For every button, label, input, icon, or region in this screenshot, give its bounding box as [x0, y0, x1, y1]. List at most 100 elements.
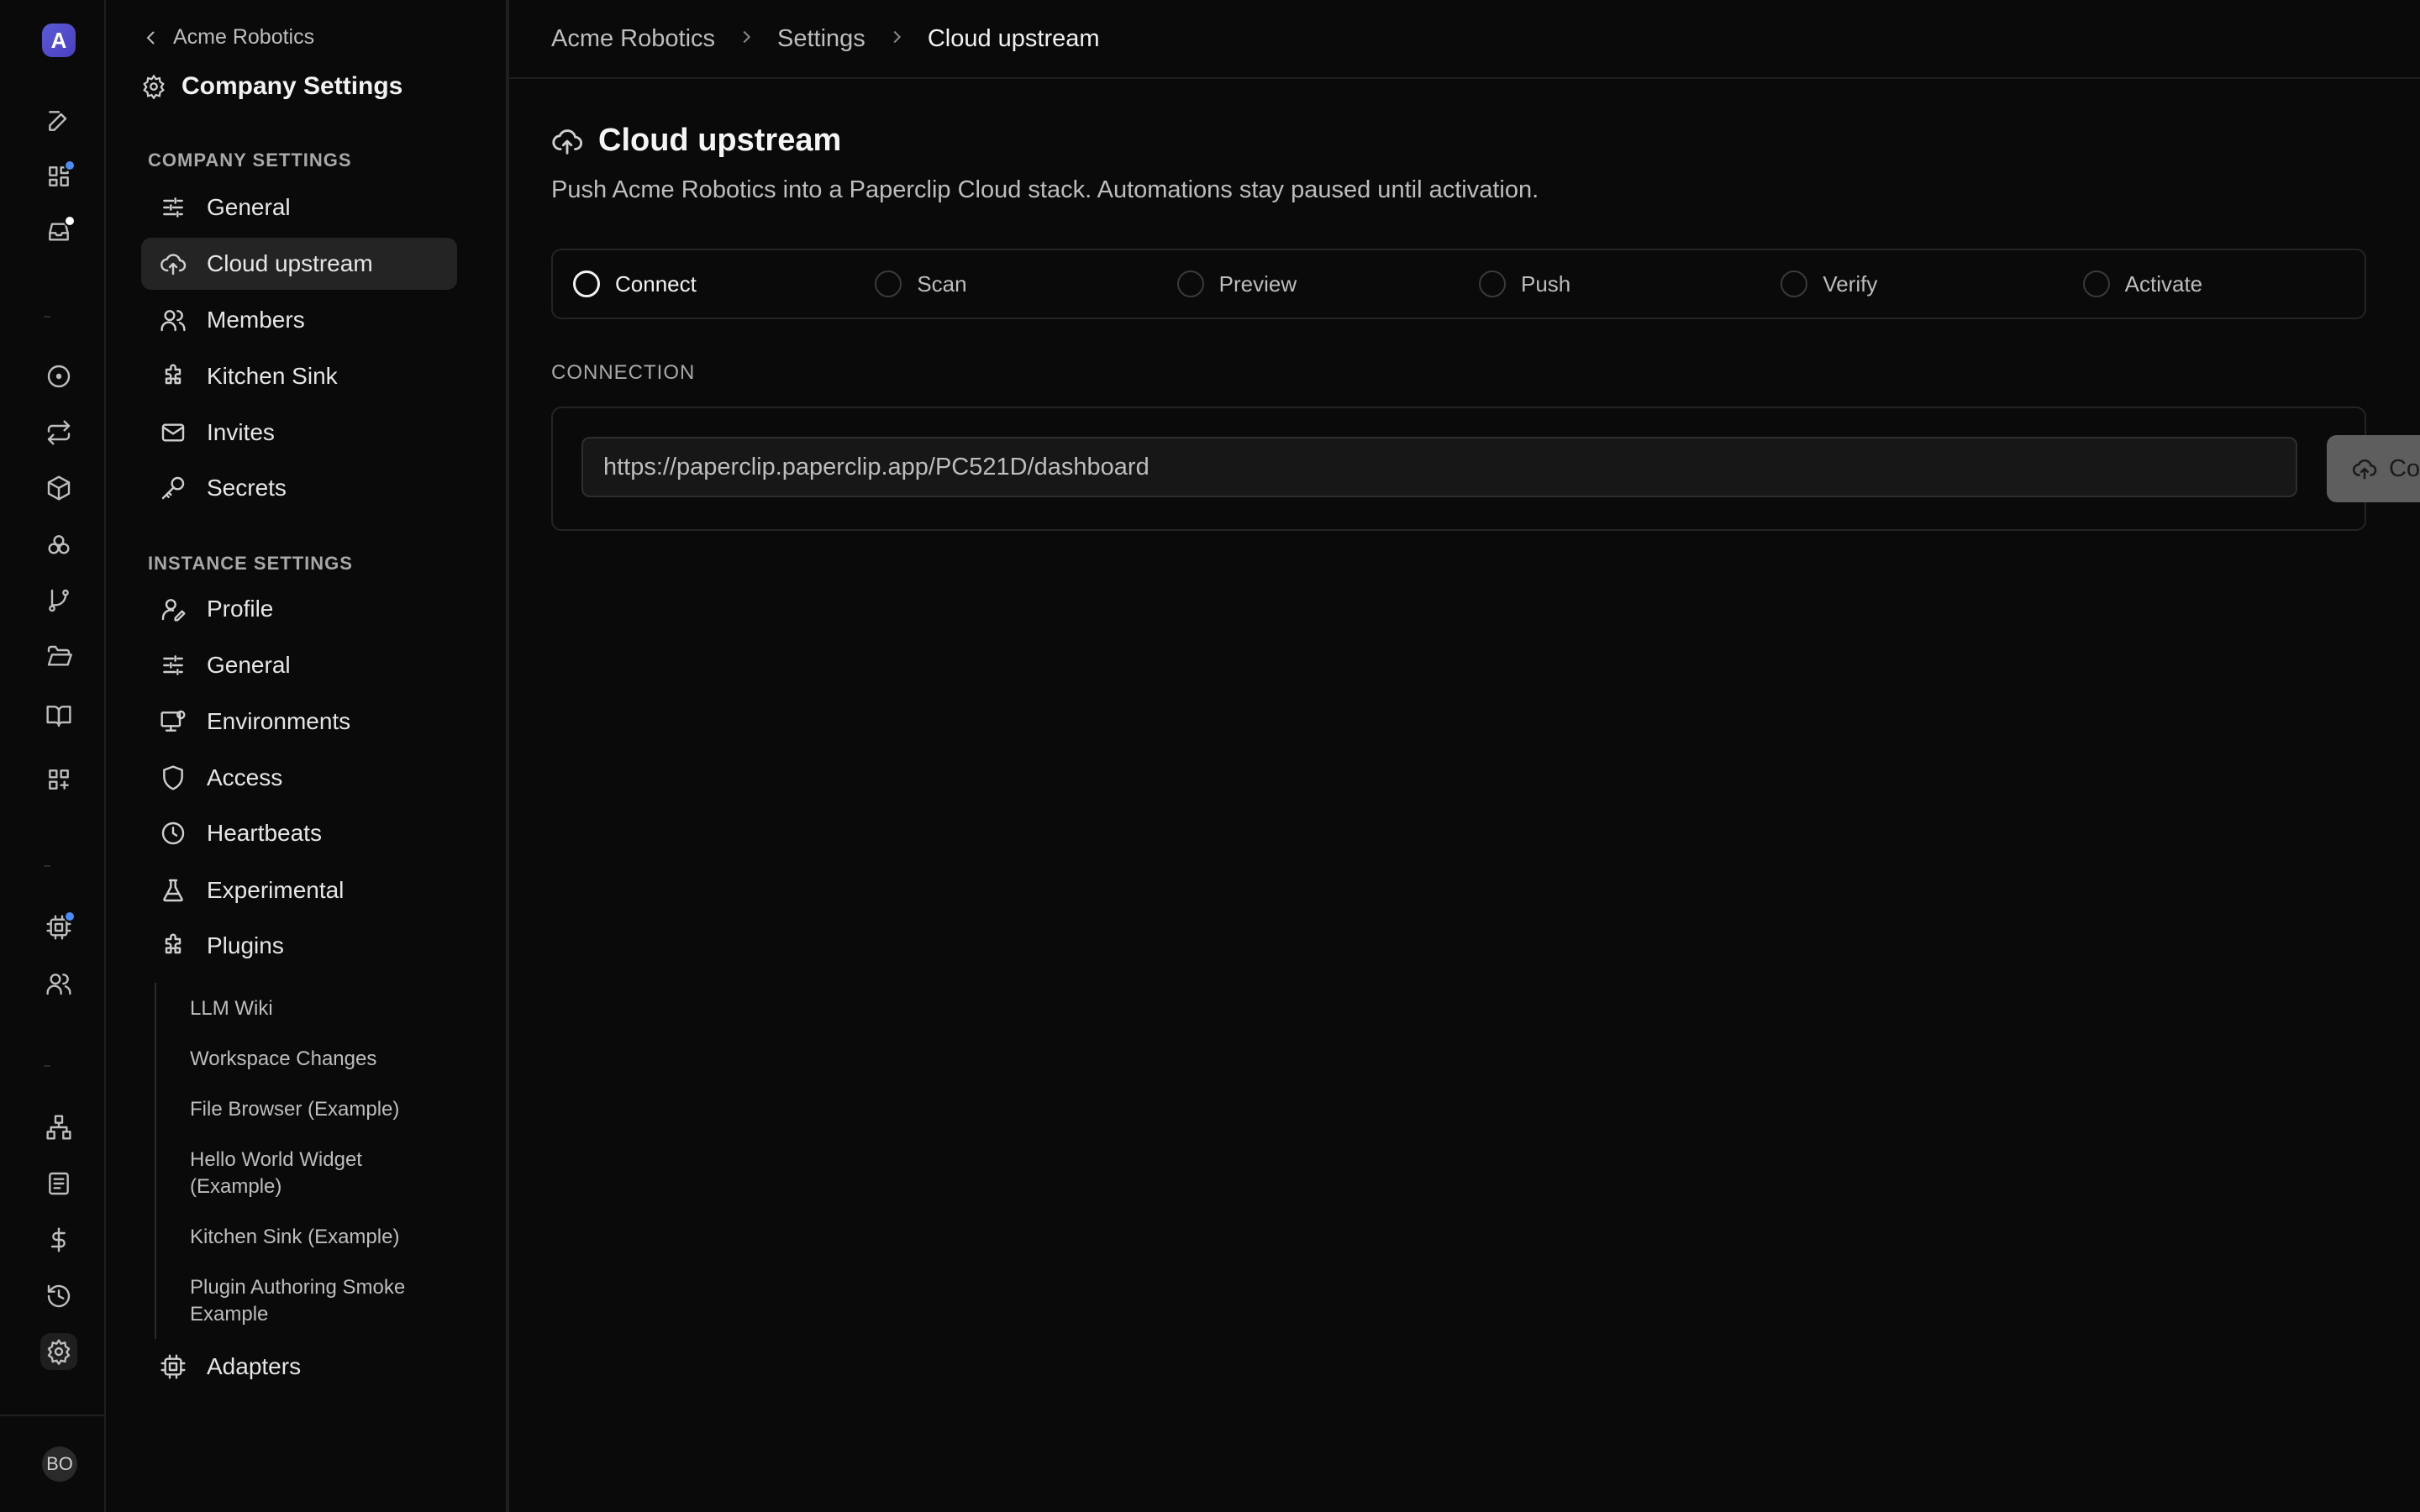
step-indicator-icon — [875, 270, 902, 297]
step-indicator-icon — [1478, 270, 1506, 297]
plugin-item-workspace-changes[interactable]: Workspace Changes — [190, 1046, 442, 1073]
breadcrumb-company[interactable]: Acme Robotics — [551, 25, 715, 53]
routines-icon[interactable] — [40, 414, 77, 451]
step-label: Preview — [1218, 270, 1297, 297]
sidebar-item-environments[interactable]: Environments — [141, 696, 457, 748]
dashboard-icon[interactable] — [40, 158, 77, 195]
sidebar-item-label: Access — [207, 764, 283, 790]
upstream-stepper: Connect Scan Preview Push Verify Activat… — [551, 249, 2366, 319]
sidebar-item-kitchen-sink[interactable]: Kitchen Sink — [141, 350, 457, 402]
mail-icon — [161, 423, 185, 442]
chevron-right-icon — [737, 25, 755, 53]
new-issue-icon[interactable] — [40, 102, 77, 139]
agents-chip-icon[interactable] — [40, 909, 77, 946]
sidebar-item-label: Adapters — [207, 1353, 302, 1379]
team-icon[interactable] — [40, 965, 77, 1002]
logs-icon[interactable] — [40, 1165, 77, 1202]
puzzle-icon — [165, 933, 182, 954]
issues-icon[interactable] — [40, 358, 77, 395]
key-icon — [161, 476, 185, 500]
history-icon[interactable] — [40, 1278, 77, 1315]
sidebar-item-label: Secrets — [207, 475, 287, 501]
gear-icon — [143, 74, 165, 99]
sidebar-item-label: Experimental — [207, 877, 345, 903]
rail-divider — [44, 865, 50, 867]
back-link-label: Acme Robotics — [173, 25, 315, 49]
notification-dot — [64, 160, 76, 171]
step-label: Push — [1520, 270, 1571, 297]
chevron-left-icon — [146, 30, 155, 45]
step-label: Scan — [917, 270, 967, 297]
sliders-icon — [163, 197, 183, 218]
apps-icon[interactable] — [40, 761, 77, 798]
inbox-icon[interactable] — [40, 213, 77, 250]
chevron-right-icon — [887, 25, 906, 53]
plugin-item-llm-wiki[interactable]: LLM Wiki — [190, 995, 442, 1022]
rail-divider — [44, 316, 50, 318]
company-logo[interactable]: A — [42, 24, 76, 57]
plugin-item-plugin-authoring-smoke[interactable]: Plugin Authoring Smoke Example — [190, 1274, 442, 1328]
sliders-icon — [163, 655, 183, 675]
cloud-upload-icon — [2352, 459, 2377, 480]
avatar[interactable]: BO — [42, 1446, 77, 1482]
sidebar-item-profile[interactable]: Profile — [141, 583, 457, 635]
rail-footer-divider — [0, 1415, 106, 1416]
step-connect[interactable]: Connect — [553, 250, 855, 318]
sidebar-item-secrets[interactable]: Secrets — [141, 462, 457, 514]
sidebar-item-label: Profile — [207, 596, 274, 622]
files-icon[interactable] — [40, 638, 77, 675]
sidebar-item-instance-general[interactable]: General — [141, 639, 457, 691]
connect-button[interactable]: Connect — [2327, 435, 2420, 502]
settings-sidebar: Acme Robotics Company Settings COMPANY S… — [108, 0, 509, 1512]
packages-icon[interactable] — [40, 470, 77, 507]
step-verify[interactable]: Verify — [1760, 250, 2062, 318]
settings-icon[interactable] — [40, 1333, 77, 1370]
sidebar-title-text: Company Settings — [182, 72, 403, 100]
sidebar-item-label: General — [207, 194, 291, 220]
sidebar-item-general[interactable]: General — [141, 181, 457, 234]
instance-settings-label: INSTANCE SETTINGS — [148, 553, 353, 574]
main-content: Acme Robotics Settings Cloud upstream Cl… — [509, 0, 2420, 1512]
docs-icon[interactable] — [40, 697, 77, 734]
cloud-upload-icon — [552, 129, 582, 155]
org-chart-icon[interactable] — [40, 1109, 77, 1146]
sidebar-item-label: Cloud upstream — [207, 250, 373, 276]
sidebar-item-label: Members — [207, 307, 305, 333]
step-scan[interactable]: Scan — [855, 250, 1156, 318]
connection-section-label: CONNECTION — [551, 361, 696, 384]
notification-dot — [64, 911, 76, 922]
sidebar-item-adapters[interactable]: Adapters — [141, 1341, 457, 1393]
sidebar-item-heartbeats[interactable]: Heartbeats — [141, 807, 457, 859]
plugin-item-hello-world-widget[interactable]: Hello World Widget (Example) — [190, 1147, 408, 1200]
rail-divider — [44, 1065, 50, 1067]
sidebar-item-cloud-upstream[interactable]: Cloud upstream — [141, 238, 457, 290]
step-label: Activate — [2124, 270, 2203, 297]
notification-dot — [64, 215, 76, 227]
sidebar-item-experimental[interactable]: Experimental — [141, 864, 457, 916]
back-link[interactable]: Acme Robotics — [141, 25, 314, 50]
step-preview[interactable]: Preview — [1157, 250, 1459, 318]
connect-button-label: Connect — [2388, 454, 2420, 482]
sidebar-item-label: Kitchen Sink — [207, 363, 338, 389]
upstream-url-input[interactable] — [581, 437, 2297, 497]
clock-icon — [161, 822, 185, 845]
step-push[interactable]: Push — [1459, 250, 1760, 318]
step-activate[interactable]: Activate — [2063, 250, 2365, 318]
plugin-item-file-browser[interactable]: File Browser (Example) — [190, 1096, 442, 1123]
sidebar-item-invites[interactable]: Invites — [141, 407, 457, 459]
costs-icon[interactable] — [40, 1221, 77, 1258]
sidebar-item-members[interactable]: Members — [141, 294, 457, 346]
branches-icon[interactable] — [40, 582, 77, 619]
sidebar-item-label: General — [207, 652, 291, 678]
sidebar-item-plugins[interactable]: Plugins — [141, 920, 457, 972]
step-indicator-icon — [1781, 270, 1808, 297]
step-indicator-icon — [573, 270, 600, 297]
sidebar-item-access[interactable]: Access — [141, 752, 457, 804]
goals-icon[interactable] — [40, 527, 77, 564]
icon-rail: A BO — [0, 0, 106, 1512]
shield-icon — [163, 765, 183, 790]
users-icon — [160, 310, 186, 332]
breadcrumb-settings[interactable]: Settings — [777, 25, 865, 53]
plugin-item-kitchen-sink-example[interactable]: Kitchen Sink (Example) — [190, 1224, 442, 1251]
puzzle-icon — [165, 364, 182, 385]
